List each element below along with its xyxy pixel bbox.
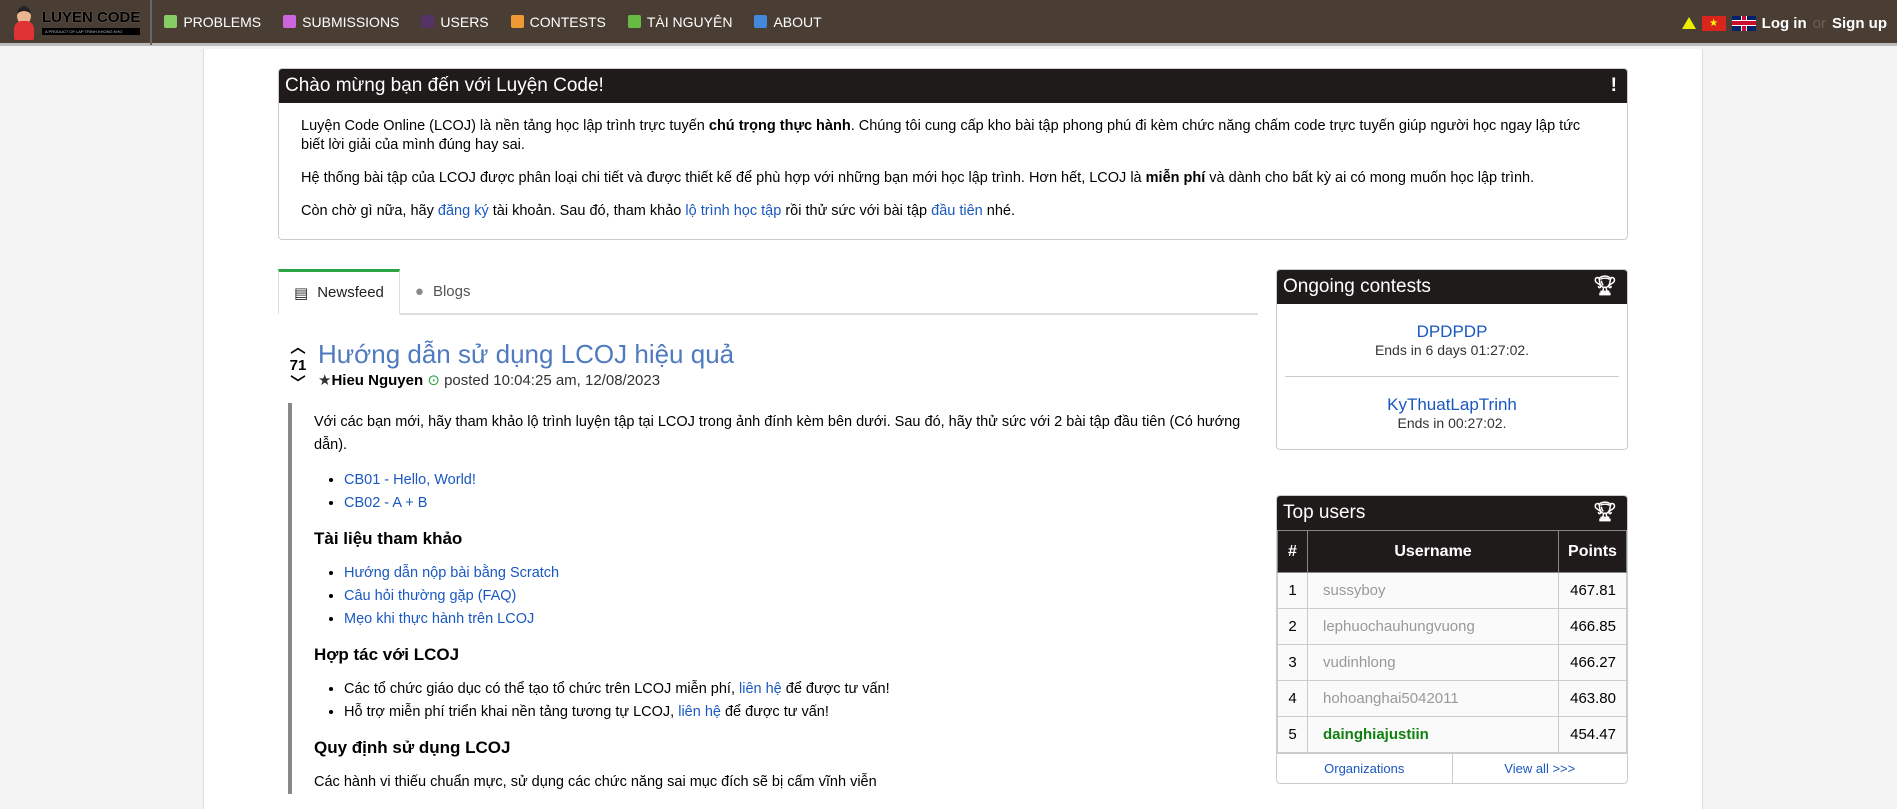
welcome-title: Chào mừng bạn đến với Luyện Code! [285,75,604,96]
nav-resources[interactable]: TÀI NGUYÊN [627,13,733,30]
table-row: 3 vudinhlong 466.27 [1277,644,1627,681]
or-text: or [1812,14,1826,32]
users-icon [421,15,435,28]
welcome-box: Chào mừng bạn đến với Luyện Code!! Luyện… [278,68,1628,240]
post-time: posted 10:04:25 am, 12/08/2023 [444,372,661,389]
nav-label: SUBMISSIONS [302,13,400,30]
logo-avatar-icon [14,4,34,40]
welcome-paragraph: Hệ thống bài tập của LCOJ được phân loại… [301,170,1535,186]
column-header: Points [1558,530,1627,573]
site-logo[interactable]: LUYEN CODE A PRODUCT OF LAP TRINH KHONG K… [0,0,153,45]
welcome-paragraph: Còn chờ gì nữa, hãy đăng ký tài khoản. S… [301,203,1015,219]
newspaper-icon: ▤ [294,284,309,302]
user-link[interactable]: dainghiajustiin [1307,716,1559,753]
user-link[interactable]: lephuochauhungvuong [1307,608,1559,645]
column-header: Username [1307,530,1559,573]
welcome-paragraph: Luyện Code Online (LCOJ) là nền tảng học… [301,118,1581,153]
top-users-title: Top users [1283,502,1366,523]
nav-label: ABOUT [773,13,822,30]
nav-label: CONTESTS [529,13,606,30]
table-row: 2 lephuochauhungvuong 466.85 [1277,608,1627,645]
vietnam-flag-icon[interactable]: ★ [1701,15,1726,31]
tab-blogs[interactable]: ● Blogs [400,269,486,313]
table-row: 1 sussyboy 467.81 [1277,572,1627,609]
main-column: ▤ Newsfeed ● Blogs ︿ 71 ﹀ Hướng dẫn sử dụng … [278,269,1258,806]
problem-link[interactable]: CB01 - Hello, World! [344,472,476,488]
contest-item: KyThuatLapTrinh Ends in 00:27:02. [1277,377,1627,449]
contest-countdown: Ends in 6 days 01:27:02. [1374,342,1530,358]
top-navbar: LUYEN CODE A PRODUCT OF LAP TRINH KHONG K… [0,0,1897,46]
register-link[interactable]: đăng ký [438,203,489,219]
top-users-box: Top users 🏆︎ # Username Points 1 sussyboy 467… [1276,495,1628,784]
star-icon: ★ [318,372,332,389]
section-heading: Hợp tác với LCOJ [314,645,460,664]
nav-about[interactable]: ABOUT [754,13,822,30]
contests-title: Ongoing contests [1283,276,1431,297]
trophy-icon [510,15,524,28]
user-link[interactable]: vudinhlong [1307,644,1559,681]
section-heading: Quy định sử dụng LCOJ [314,738,511,757]
post-author[interactable]: Hieu Nguyen [331,372,423,389]
signup-link[interactable]: Sign up [1832,15,1887,32]
info-icon [754,15,768,28]
contest-link[interactable]: KyThuatLapTrinh [1277,395,1627,415]
rules-text: Các hành vi thiếu chuẩn mực, sử dụng các… [314,774,877,790]
contest-link[interactable]: DPDPDP [1277,322,1627,342]
logo-title: LUYEN CODE [42,8,141,26]
user-link[interactable]: sussyboy [1307,572,1559,609]
nav-contests[interactable]: CONTESTS [510,13,606,30]
warning-icon[interactable] [1681,17,1696,29]
user-icon: ● [414,282,424,300]
view-all-link[interactable]: View all >>> [1453,754,1628,783]
reference-link[interactable]: Mẹo khi thực hành trên LCOJ [344,611,534,627]
post-intro: Với các bạn mới, hãy tham khảo lộ trình … [314,414,1241,453]
books-icon [627,15,641,28]
inbox-icon [283,15,297,28]
nav-label: TÀI NGUYÊN [646,13,733,30]
reference-link[interactable]: Hướng dẫn nộp bài bằng Scratch [344,565,559,581]
nav-users[interactable]: USERS [421,13,489,30]
section-heading: Tài liệu tham khảo [314,529,463,548]
table-row: 4 hohoanghai5042011 463.80 [1277,680,1627,717]
contest-countdown: Ends in 00:27:02. [1397,415,1507,431]
contact-link[interactable]: liên hệ [739,681,782,697]
downvote-icon[interactable]: ﹀ [288,375,308,393]
first-problem-link[interactable]: đầu tiên [931,203,983,219]
nav-problems[interactable]: PROBLEMS [164,14,261,30]
nav-label: PROBLEMS [183,13,262,30]
list-item: Hỗ trợ miễn phí triển khai nền tảng tươn… [344,701,1258,724]
reference-link[interactable]: Câu hỏi thường gặp (FAQ) [344,588,516,604]
column-header: # [1277,530,1308,573]
puzzle-icon [164,15,178,28]
page-content: Chào mừng bạn đến với Luyện Code!! Luyện… [203,49,1703,809]
login-link[interactable]: Log in [1762,15,1807,32]
contact-link[interactable]: liên hệ [678,704,721,720]
vote-count: 71 [289,357,307,374]
problem-link[interactable]: CB02 - A + B [344,495,427,511]
top-users-table: # Username Points 1 sussyboy 467.81 2 lephuoc… [1277,530,1627,753]
logo-subtitle: A PRODUCT OF LAP TRINH KHONG KHO [42,27,141,35]
tab-label: Newsfeed [317,284,384,301]
table-row: 5 dainghiajustiin 454.47 [1277,716,1627,753]
organizations-link[interactable]: Organizations [1277,754,1453,783]
exclamation-icon: ! [1610,75,1617,96]
trophy-icon: 🏆︎ [1592,502,1617,523]
list-item: Các tổ chức giáo dục có thể tạo tổ chức … [344,678,1258,701]
roadmap-link[interactable]: lộ trình học tập [685,203,781,219]
nav-label: USERS [440,13,489,30]
upvote-icon[interactable]: ︿ [288,339,308,357]
uk-flag-icon[interactable] [1731,15,1756,31]
nav-submissions[interactable]: SUBMISSIONS [283,14,399,30]
tab-label: Blogs [432,282,471,300]
trophy-icon: 🏆︎ [1592,276,1617,297]
post-title[interactable]: Hướng dẫn sử dụng LCOJ hiệu quả [318,339,734,369]
contest-item: DPDPDP Ends in 6 days 01:27:02. [1277,304,1627,376]
tab-newsfeed[interactable]: ▤ Newsfeed [278,269,400,315]
post: ︿ 71 ﹀ Hướng dẫn sử dụng LCOJ hiệu quả ★Hi… [278,339,1258,794]
ongoing-contests-box: Ongoing contests 🏆︎ DPDPDP Ends in 6 days … [1276,269,1628,450]
user-link[interactable]: hohoanghai5042011 [1307,680,1559,717]
verified-icon: ⊙ [427,372,440,389]
